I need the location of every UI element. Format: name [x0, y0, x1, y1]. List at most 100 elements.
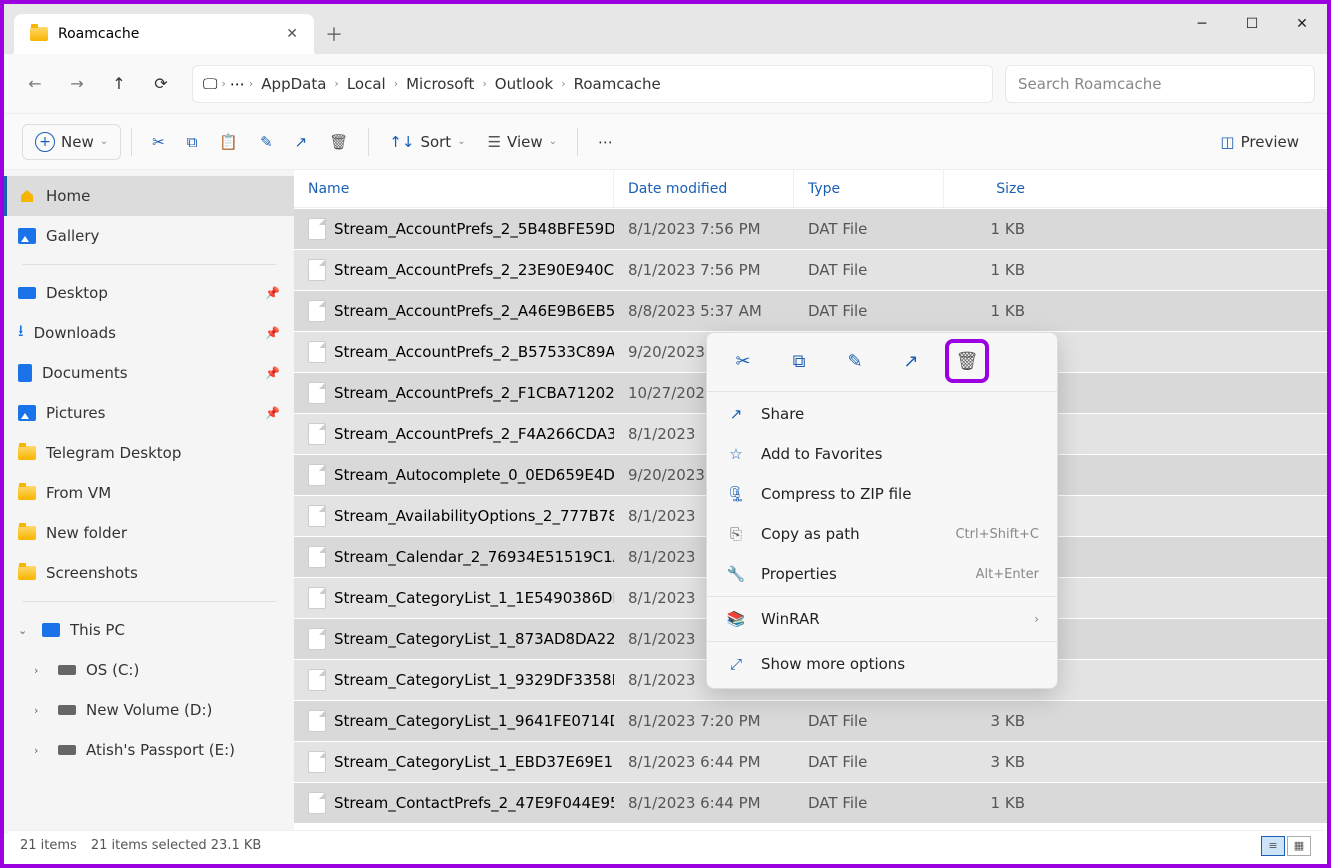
- sidebar-item-pinned[interactable]: Documents📌: [4, 353, 294, 393]
- status-items: 21 items: [20, 838, 77, 853]
- sidebar-item-drive[interactable]: ›New Volume (D:): [4, 690, 294, 730]
- file-size: 1 KB: [944, 220, 1039, 238]
- chevron-right-icon[interactable]: ›: [34, 744, 48, 757]
- window-tab[interactable]: Roamcache ✕: [14, 14, 314, 54]
- ctx-more-options[interactable]: ⤢ Show more options: [707, 644, 1057, 684]
- sidebar-item-pinned[interactable]: Desktop📌: [4, 273, 294, 313]
- new-tab-button[interactable]: ＋: [314, 14, 354, 54]
- folder-icon: [30, 27, 48, 41]
- folder-icon: [18, 405, 36, 421]
- file-name: Stream_ContactPrefs_2_47E9F044E95CA0...: [334, 794, 614, 812]
- breadcrumb[interactable]: 🖵 › ⋯ › AppData› Local› Microsoft› Outlo…: [192, 65, 993, 103]
- sidebar-item-pinned[interactable]: Telegram Desktop: [4, 433, 294, 473]
- ctx-delete-button[interactable]: 🗑: [949, 343, 985, 379]
- refresh-button[interactable]: ⟳: [142, 65, 180, 103]
- file-icon: [308, 505, 326, 527]
- chevron-right-icon[interactable]: ›: [34, 664, 48, 677]
- ctx-copy-path[interactable]: ⎘ Copy as path Ctrl+Shift+C: [707, 514, 1057, 554]
- close-button[interactable]: ✕: [1277, 4, 1327, 44]
- expand-icon: ⤢: [725, 655, 747, 673]
- copy-button[interactable]: ⧉: [177, 124, 208, 160]
- file-name: Stream_CategoryList_1_9329DF3358E801...: [334, 671, 614, 689]
- sidebar-item-drive[interactable]: ›OS (C:): [4, 650, 294, 690]
- sidebar-item-pinned[interactable]: From VM: [4, 473, 294, 513]
- column-date[interactable]: Date modified: [614, 170, 794, 207]
- chevron-right-icon[interactable]: ›: [34, 704, 48, 717]
- column-type[interactable]: Type: [794, 170, 944, 207]
- sidebar-item-pinned[interactable]: Screenshots: [4, 553, 294, 593]
- ctx-properties[interactable]: 🔧 Properties Alt+Enter: [707, 554, 1057, 594]
- table-row[interactable]: Stream_AccountPrefs_2_5B48BFE59D2DD...8/…: [294, 208, 1327, 249]
- file-name: Stream_AccountPrefs_2_F1CBA71202957...: [334, 384, 614, 402]
- crumb[interactable]: Outlook: [491, 75, 557, 93]
- view-icon: ☰: [488, 133, 501, 151]
- drive-icon: [58, 745, 76, 755]
- crumb[interactable]: Local: [343, 75, 390, 93]
- file-icon: [308, 341, 326, 363]
- view-details-button[interactable]: ≡: [1261, 836, 1285, 856]
- more-button[interactable]: ⋯: [588, 124, 623, 160]
- file-size: 1 KB: [944, 261, 1039, 279]
- forward-button[interactable]: →: [58, 65, 96, 103]
- table-row[interactable]: Stream_CategoryList_1_EBD37E69E185B6...8…: [294, 741, 1327, 782]
- view-icons-button[interactable]: ▦: [1287, 836, 1311, 856]
- toolbar: + New ⌄ ✂ ⧉ 📋 ✎ ↗ 🗑 ↑↓ Sort ⌄ ☰ View ⌄ ⋯…: [4, 114, 1327, 170]
- file-icon: [308, 546, 326, 568]
- ellipsis-icon[interactable]: ⋯: [230, 75, 245, 93]
- file-date: 8/8/2023 5:37 AM: [614, 302, 794, 320]
- file-date: 8/1/2023 6:44 PM: [614, 794, 794, 812]
- crumb[interactable]: Microsoft: [402, 75, 478, 93]
- crumb[interactable]: Roamcache: [570, 75, 665, 93]
- preview-button[interactable]: ◫ Preview: [1210, 124, 1309, 160]
- file-icon: [308, 218, 326, 240]
- pin-icon: 📌: [265, 286, 280, 300]
- table-row[interactable]: Stream_AccountPrefs_2_A46E9B6EB5DB2...8/…: [294, 290, 1327, 331]
- pin-icon: 📌: [265, 326, 280, 340]
- share-button[interactable]: ↗: [285, 124, 318, 160]
- file-icon: [308, 423, 326, 445]
- up-button[interactable]: ↑: [100, 65, 138, 103]
- table-row[interactable]: Stream_AccountPrefs_2_23E90E940C61A...8/…: [294, 249, 1327, 290]
- new-button[interactable]: + New ⌄: [22, 124, 121, 160]
- search-input[interactable]: Search Roamcache: [1005, 65, 1315, 103]
- chevron-right-icon: ›: [1034, 612, 1039, 626]
- cut-button[interactable]: ✂: [142, 124, 175, 160]
- sidebar-item-drive[interactable]: ›Atish's Passport (E:): [4, 730, 294, 770]
- back-button[interactable]: ←: [16, 65, 54, 103]
- delete-button[interactable]: 🗑: [319, 124, 358, 160]
- paste-button[interactable]: 📋: [209, 124, 248, 160]
- ctx-winrar[interactable]: 📚 WinRAR ›: [707, 599, 1057, 639]
- minimize-button[interactable]: ─: [1177, 4, 1227, 44]
- table-row[interactable]: Stream_CategoryList_1_9641FE0714D609...8…: [294, 700, 1327, 741]
- ctx-copy-button[interactable]: ⧉: [781, 343, 817, 379]
- column-name[interactable]: Name: [294, 170, 614, 207]
- sidebar-item-home[interactable]: Home: [4, 176, 294, 216]
- file-name: Stream_AccountPrefs_2_A46E9B6EB5DB2...: [334, 302, 614, 320]
- ctx-share-button[interactable]: ↗: [893, 343, 929, 379]
- sort-button[interactable]: ↑↓ Sort ⌄: [379, 124, 475, 160]
- ctx-favorites[interactable]: ☆ Add to Favorites: [707, 434, 1057, 474]
- chevron-down-icon[interactable]: ⌄: [18, 624, 32, 637]
- maximize-button[interactable]: ☐: [1227, 4, 1277, 44]
- column-size[interactable]: Size: [944, 170, 1039, 207]
- table-row[interactable]: Stream_ContactPrefs_2_47E9F044E95CA0...8…: [294, 782, 1327, 823]
- close-tab-icon[interactable]: ✕: [286, 26, 298, 42]
- folder-icon: [18, 364, 32, 382]
- sidebar-item-pinned[interactable]: Pictures📌: [4, 393, 294, 433]
- ctx-compress[interactable]: 🗜 Compress to ZIP file: [707, 474, 1057, 514]
- sidebar-item-pinned[interactable]: New folder: [4, 513, 294, 553]
- sidebar-item-pinned[interactable]: ⭳Downloads📌: [4, 313, 294, 353]
- file-size: 1 KB: [944, 794, 1039, 812]
- view-button[interactable]: ☰ View ⌄: [478, 124, 567, 160]
- ctx-cut-button[interactable]: ✂: [725, 343, 761, 379]
- crumb[interactable]: AppData: [257, 75, 330, 93]
- file-type: DAT File: [794, 220, 944, 238]
- ctx-rename-button[interactable]: ✎: [837, 343, 873, 379]
- sidebar-item-gallery[interactable]: Gallery: [4, 216, 294, 256]
- file-icon: [308, 259, 326, 281]
- rename-button[interactable]: ✎: [250, 124, 283, 160]
- sidebar-item-thispc[interactable]: ⌄ This PC: [4, 610, 294, 650]
- tab-title: Roamcache: [58, 26, 139, 42]
- ctx-share[interactable]: ↗ Share: [707, 394, 1057, 434]
- file-name: Stream_CategoryList_1_EBD37E69E185B6...: [334, 753, 614, 771]
